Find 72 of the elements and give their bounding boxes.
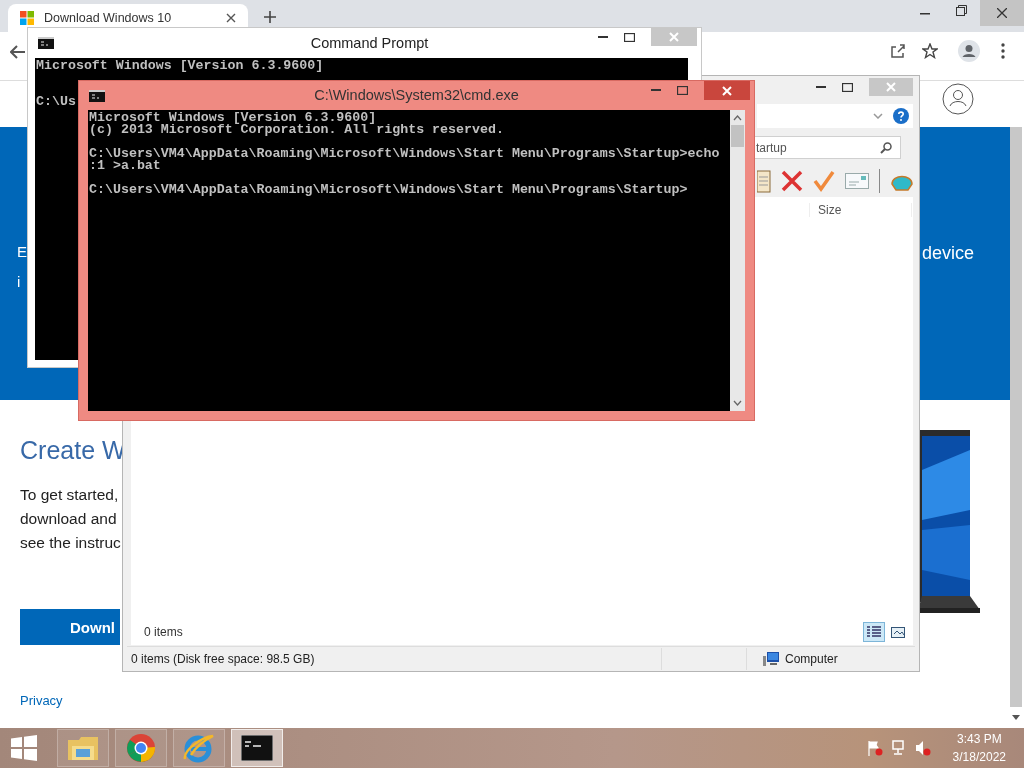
close-icon [997, 8, 1007, 18]
privacy-link[interactable]: Privacy [20, 693, 63, 708]
close-button[interactable] [704, 81, 750, 100]
back-arrow-icon[interactable] [10, 45, 26, 59]
console-line: :1 >a.bat [88, 160, 161, 172]
console-line: Microsoft Windows [Version 6.3.9600] [88, 112, 377, 124]
console-line: Microsoft Windows [Version 6.3.9600] [35, 60, 325, 72]
console-line: C:\Users\VM4\AppData\Roaming\Microsoft\Windows\Start Menu\Programs\Startup> [88, 184, 689, 196]
scrollbar[interactable] [1010, 127, 1022, 707]
close-icon [669, 32, 679, 42]
computer-icon [763, 652, 779, 666]
item-count: 0 items [143, 625, 183, 639]
status-text: 0 items (Disk free space: 98.5 GB) [130, 652, 316, 666]
star-icon[interactable] [922, 43, 938, 59]
chrome-icon [126, 733, 156, 763]
image-icon [891, 626, 905, 638]
maximize-icon[interactable] [677, 86, 688, 95]
status-text: Computer [785, 652, 838, 666]
console-button[interactable] [231, 729, 283, 767]
console-icon [89, 90, 105, 102]
scroll-up-icon[interactable] [733, 115, 742, 121]
window-title: C:\Windows\System32\cmd.exe [313, 87, 520, 103]
new-tab-icon[interactable] [263, 10, 277, 24]
start-icon[interactable] [11, 735, 37, 761]
console-icon [38, 37, 54, 49]
clock-date[interactable]: 3/18/2022 [952, 748, 1006, 766]
window-title: Command Prompt [309, 35, 430, 51]
restore-icon[interactable] [956, 5, 967, 16]
profile-icon[interactable] [958, 40, 980, 62]
minimize-icon[interactable] [598, 35, 608, 39]
console-icon [241, 735, 273, 761]
flag-icon[interactable] [866, 740, 883, 756]
globe-e-icon [183, 733, 215, 763]
close-icon [886, 82, 896, 92]
chevron-down-icon[interactable] [873, 113, 883, 119]
search-icon[interactable] [880, 141, 892, 154]
scroll-thumb[interactable] [731, 125, 744, 147]
clipboard-icon[interactable] [757, 169, 771, 193]
account-icon[interactable] [942, 83, 974, 115]
maximize-icon[interactable] [842, 82, 853, 92]
folder-icon [67, 734, 99, 762]
banner-text: E [17, 243, 27, 260]
share-icon[interactable] [890, 43, 906, 59]
banner-text: i [17, 273, 21, 290]
network-icon[interactable] [890, 740, 907, 756]
muted-speaker-icon[interactable] [914, 740, 931, 756]
close-icon[interactable] [226, 13, 236, 23]
close-icon [722, 85, 732, 96]
delete-icon[interactable] [781, 170, 803, 192]
minimize-icon[interactable] [816, 85, 826, 89]
console-line: C:\Users\VM4\AppData\Roaming\Microsoft\Windows\Start Menu\Programs\Startup>echo [88, 148, 721, 160]
windows-logo-icon [20, 11, 34, 25]
paragraph-line: To get started, [20, 485, 120, 505]
paragraph-line: download and [20, 509, 118, 529]
clock-time[interactable]: 3:43 PM [956, 730, 1002, 748]
menu-icon[interactable] [1001, 43, 1005, 59]
scroll-down-icon[interactable] [733, 400, 742, 406]
console-line: (c) 2013 Microsoft Corporation. All rights reserved. [88, 124, 505, 136]
paragraph-line: see the instruc [20, 533, 122, 553]
column-header[interactable]: Size [809, 203, 913, 217]
details-view-button[interactable] [863, 622, 885, 642]
scrollbar[interactable] [730, 110, 745, 411]
scroll-down-icon[interactable] [1012, 715, 1020, 720]
checkmark-icon[interactable] [813, 170, 835, 192]
list-icon [866, 626, 882, 638]
chrome-button[interactable] [115, 729, 167, 767]
address-bar[interactable] [757, 104, 913, 128]
maximize-icon[interactable] [624, 32, 635, 42]
help-icon[interactable] [893, 108, 909, 124]
download-button[interactable]: Downl [20, 609, 120, 645]
minimize-icon[interactable] [651, 89, 661, 92]
banner-text: device [922, 243, 975, 264]
